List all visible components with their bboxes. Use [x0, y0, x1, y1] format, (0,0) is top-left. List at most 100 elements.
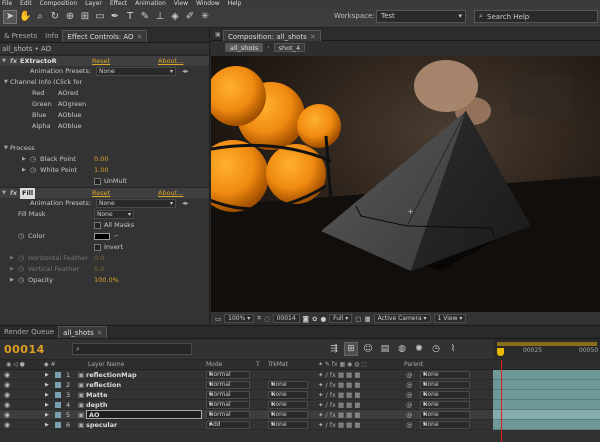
transparency-grid-icon[interactable]: ▦ [364, 315, 370, 323]
h-feather-value[interactable]: 0.0 [94, 253, 104, 264]
expand-triangle-icon[interactable]: ▶ [22, 165, 26, 176]
viewer-timecode[interactable]: 00014 [272, 314, 300, 323]
label-color-swatch[interactable] [55, 392, 61, 398]
expand-triangle-icon[interactable]: ▶ [45, 390, 49, 400]
close-icon[interactable]: ✕ [137, 33, 143, 41]
layer-name-header[interactable]: Layer Name [88, 360, 124, 370]
tab-render-queue[interactable]: Render Queue [0, 326, 58, 338]
layer-name[interactable]: Matte [86, 390, 107, 400]
camera-tool-icon[interactable]: ⊕ [64, 11, 76, 23]
menu-edit[interactable]: Edit [20, 0, 32, 7]
subtab-shot-4[interactable]: shot_4 [273, 42, 306, 52]
menu-window[interactable]: Window [196, 0, 220, 7]
rotate-tool-icon[interactable]: ↻ [49, 11, 61, 23]
mask-icon[interactable]: ◌ [264, 315, 270, 323]
eye-icon[interactable]: ◉ [4, 390, 10, 400]
layer-duration-bar[interactable] [493, 390, 600, 400]
draft-3d-icon[interactable]: ⊞ [344, 342, 358, 356]
mode-header[interactable]: Mode [206, 360, 222, 370]
menu-effect[interactable]: Effect [110, 0, 127, 7]
layer-name[interactable]: depth [86, 400, 107, 410]
invert-checkbox[interactable] [94, 244, 101, 251]
layer-duration-bar[interactable] [493, 400, 600, 410]
stopwatch-icon[interactable]: ◷ [18, 264, 24, 275]
region-icon[interactable]: ▢ [355, 315, 361, 323]
eye-icon[interactable]: ◉ [4, 420, 10, 430]
menu-layer[interactable]: Layer [85, 0, 102, 7]
brush-tool-icon[interactable]: ✎ [139, 11, 151, 23]
search-help-field[interactable]: ⌕ Search Help [474, 10, 598, 23]
stopwatch-icon[interactable]: ◷ [30, 165, 36, 176]
label-color-swatch[interactable] [55, 372, 61, 378]
layer-row[interactable]: ◉ ▶ 2 ▣ reflection Normal ▾ None ▾ ✦ / f… [0, 380, 600, 390]
eye-icon[interactable]: ◉ [4, 380, 10, 390]
parent-dropdown[interactable]: None ▾ [420, 411, 470, 419]
layer-duration-bar[interactable] [493, 410, 600, 420]
grid-icon[interactable]: ⌗ [257, 314, 261, 323]
mode-dropdown[interactable]: Normal ▾ [206, 401, 250, 409]
time-ruler[interactable]: 00025 00050 [493, 339, 600, 360]
layer-duration-bar[interactable] [493, 380, 600, 390]
white-point-value[interactable]: 1.00 [94, 165, 108, 176]
tab-effect-controls[interactable]: Effect Controls: AO ✕ [62, 30, 148, 42]
always-preview-icon[interactable]: ▭ [215, 315, 221, 323]
trkmat-dropdown[interactable]: None ▾ [268, 421, 308, 429]
trkmat-dropdown[interactable]: None ▾ [268, 391, 308, 399]
layer-switches-icon[interactable]: ✦ / fx ▦ ▦ ▦ [318, 390, 361, 400]
close-icon[interactable]: ✕ [97, 329, 103, 337]
mode-dropdown[interactable]: Normal ▾ [206, 371, 250, 379]
close-icon[interactable]: ✕ [310, 33, 316, 41]
workspace-select[interactable]: Test ▾ [376, 10, 466, 23]
label-color-swatch[interactable] [55, 412, 61, 418]
layer-name[interactable]: reflection [86, 380, 121, 390]
layer-switches-icon[interactable]: ✦ / fx ▦ ▦ ▦ [318, 410, 361, 420]
expand-triangle-icon[interactable]: ▼ [4, 143, 8, 154]
stopwatch-icon[interactable]: ◷ [18, 275, 24, 286]
layer-name[interactable]: AO [86, 410, 202, 419]
stopwatch-icon[interactable]: ◷ [18, 231, 24, 242]
pickwhip-icon[interactable]: @ [406, 410, 413, 420]
tab-all-shots[interactable]: all_shots ✕ [58, 326, 108, 338]
views-dropdown[interactable]: 1 View ▾ [433, 314, 467, 323]
parent-dropdown[interactable]: None ▾ [420, 421, 470, 429]
label-color-swatch[interactable] [55, 382, 61, 388]
layer-duration-bar[interactable] [493, 420, 600, 430]
trkmat-dropdown[interactable]: None ▾ [268, 381, 308, 389]
effect-extractor-header[interactable]: ▼ fx EXtractoR Reset About... [0, 55, 209, 66]
menu-composition[interactable]: Composition [40, 0, 77, 7]
expand-triangle-icon[interactable]: ▶ [22, 154, 26, 165]
parent-dropdown[interactable]: None ▾ [420, 391, 470, 399]
layer-switches-icon[interactable]: ✦ / fx ▦ ▦ ▦ [318, 420, 361, 430]
subtab-all-shots[interactable]: all_shots [225, 42, 264, 52]
fill-mask-dropdown[interactable]: None ▾ [94, 210, 134, 219]
graph-editor-icon[interactable]: ⌇ [447, 343, 459, 355]
mode-dropdown[interactable]: Normal ▾ [206, 411, 250, 419]
menu-view[interactable]: View [174, 0, 188, 7]
roto-brush-tool-icon[interactable]: ✐ [184, 11, 196, 23]
pickwhip-icon[interactable]: @ [406, 370, 413, 380]
expand-triangle-icon[interactable]: ▶ [45, 400, 49, 410]
trkmat-header[interactable]: TrkMat [268, 360, 288, 370]
channel-info-row[interactable]: ▼ Channel Info (Click for [0, 77, 209, 88]
tab-info[interactable]: Info [41, 30, 62, 42]
tab-effects-presets[interactable]: & Presets [0, 30, 41, 42]
parent-dropdown[interactable]: None ▾ [420, 381, 470, 389]
eye-icon[interactable]: ◉ [4, 410, 10, 420]
camera-dropdown[interactable]: Active Camera ▾ [373, 314, 431, 323]
layer-name[interactable]: reflectionMap [86, 370, 137, 380]
lock-icon[interactable]: ▣ [215, 31, 221, 38]
eraser-tool-icon[interactable]: ◈ [169, 11, 181, 23]
channel-icon[interactable]: ● [320, 315, 326, 323]
mode-dropdown[interactable]: Add ▾ [206, 421, 250, 429]
mode-dropdown[interactable]: Normal ▾ [206, 381, 250, 389]
effect-fill-header[interactable]: ▼ fx Fill Reset About... [0, 187, 209, 199]
animation-presets-dropdown[interactable]: None ▾ [96, 199, 176, 208]
expand-triangle-icon[interactable]: ▶ [10, 253, 14, 264]
layer-switches-icon[interactable]: ✦ / fx ▦ ▦ ▦ [318, 380, 361, 390]
frame-blending-icon[interactable]: ▤ [379, 343, 391, 355]
puppet-tool-icon[interactable]: ✳ [199, 11, 211, 23]
pickwhip-icon[interactable]: @ [406, 390, 413, 400]
type-tool-icon[interactable]: T [124, 11, 136, 23]
comp-mini-flowchart-icon[interactable]: ⇶ [328, 343, 340, 355]
v-feather-value[interactable]: 0.0 [94, 264, 104, 275]
